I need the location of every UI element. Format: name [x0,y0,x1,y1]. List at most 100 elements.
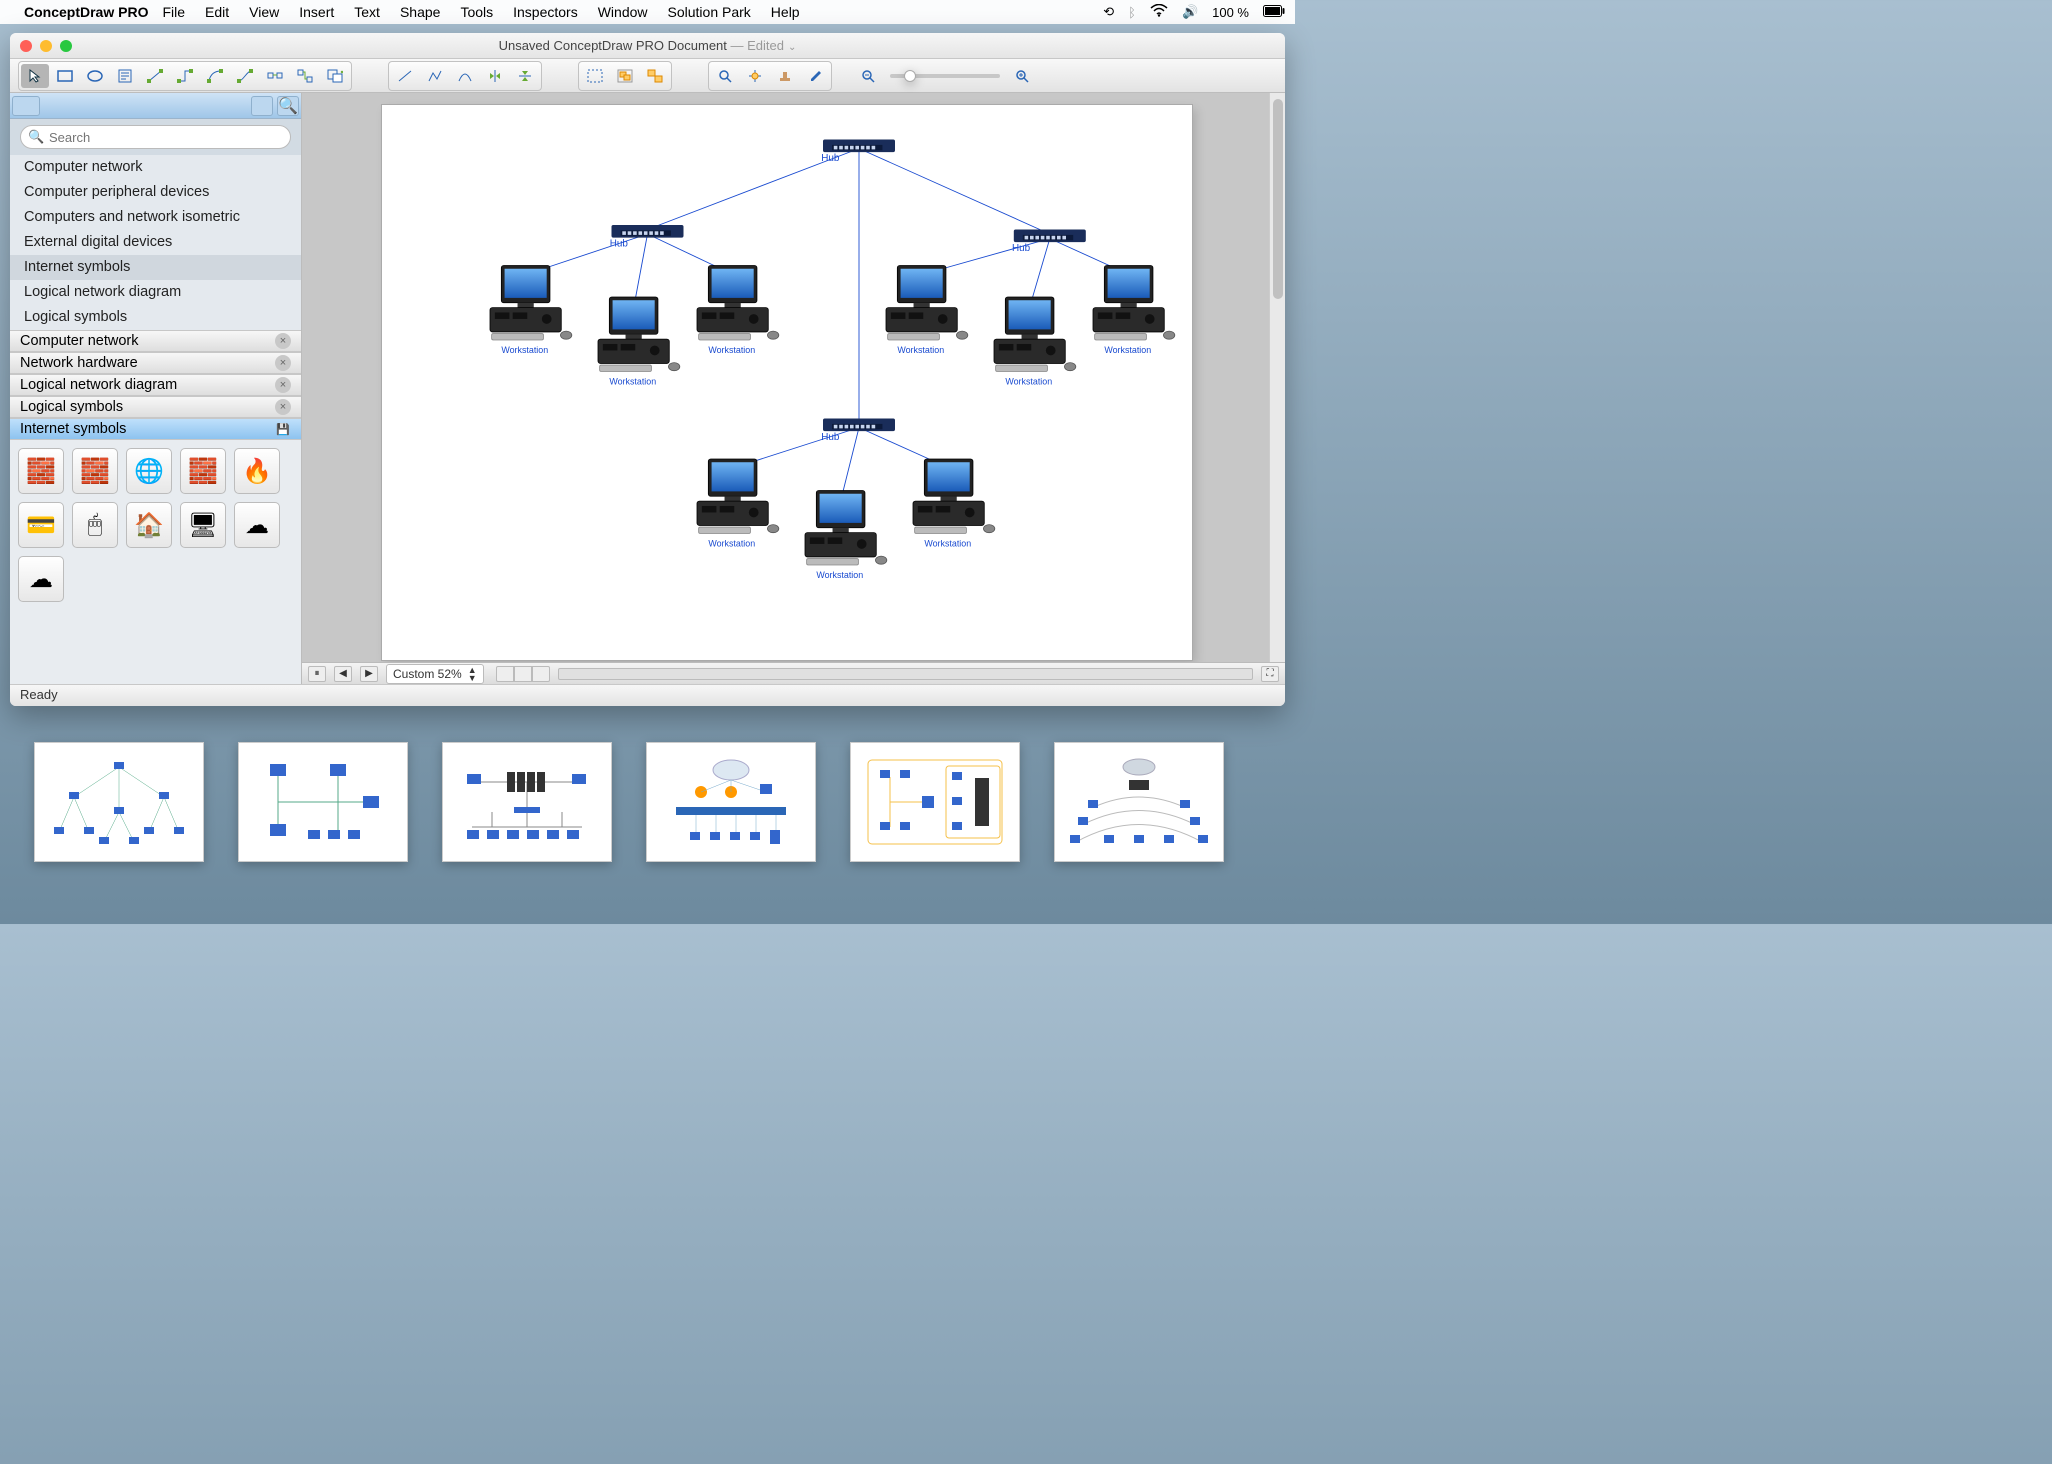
close-library-icon[interactable]: × [275,355,291,371]
pan-tool[interactable] [741,64,769,88]
library-row[interactable]: Computer network [10,155,301,180]
hub-node[interactable]: Hub [821,419,895,444]
clone-tool[interactable] [321,64,349,88]
close-library-icon[interactable]: × [275,399,291,415]
menu-window[interactable]: Window [598,4,648,20]
workstation-node[interactable]: Workstation [805,491,887,580]
library-row[interactable]: Computer peripheral devices [10,180,301,205]
library-search-input[interactable] [20,125,291,149]
workstation-node[interactable]: Workstation [913,459,995,548]
text-tool[interactable] [111,64,139,88]
pause-button[interactable]: ⏸ [308,666,326,682]
battery-icon[interactable] [1263,5,1285,20]
palette-server[interactable]: 🖥 [180,502,226,548]
view-mode-b[interactable] [514,666,532,682]
menu-tools[interactable]: Tools [460,4,493,20]
library-row[interactable]: Logical symbols [10,305,301,330]
open-library-header[interactable]: Logical network diagram× [10,374,301,396]
next-page-button[interactable]: ▶ [360,666,378,682]
thumbnail-1[interactable] [34,742,204,862]
wifi-icon[interactable] [1150,4,1168,20]
line-tool[interactable] [391,64,419,88]
palette-home[interactable]: 🏠 [126,502,172,548]
group-tool[interactable] [611,64,639,88]
zoom-tool[interactable] [711,64,739,88]
zoom-slider-track[interactable] [890,74,1000,78]
menu-file[interactable]: File [162,4,185,20]
library-row[interactable]: External digital devices [10,230,301,255]
close-library-icon[interactable]: × [275,333,291,349]
palette-firewall-c[interactable]: 🧱 [180,448,226,494]
workstation-node[interactable]: Workstation [994,297,1076,386]
close-library-icon[interactable]: × [275,377,291,393]
fit-button[interactable]: ⛶ [1261,666,1279,682]
minimize-button[interactable] [40,40,52,52]
palette-firewall-a[interactable]: 🧱 [18,448,64,494]
app-name[interactable]: ConceptDraw PRO [24,4,148,20]
workstation-node[interactable]: Workstation [886,266,968,355]
workstation-node[interactable]: Workstation [490,266,572,355]
volume-icon[interactable]: 🔊 [1182,4,1198,20]
connector-a-tool[interactable] [141,64,169,88]
palette-cloud-out[interactable]: ☁ [18,556,64,602]
menu-view[interactable]: View [249,4,279,20]
select-all-tool[interactable] [581,64,609,88]
view-mode-c[interactable] [532,666,550,682]
horizontal-scrollbar[interactable] [558,668,1253,680]
workstation-node[interactable]: Workstation [697,266,779,355]
hub-node[interactable]: Hub [821,140,895,165]
flip-v-tool[interactable] [511,64,539,88]
open-library-header[interactable]: Network hardware× [10,352,301,374]
open-library-header[interactable]: Internet symbols💾 [10,418,301,440]
connector-c-tool[interactable] [201,64,229,88]
titlebar[interactable]: Unsaved ConceptDraw PRO Document — Edite… [10,33,1285,59]
eyedropper-tool[interactable] [801,64,829,88]
workstation-node[interactable]: Workstation [1093,266,1175,355]
sidebar-search-icon[interactable]: 🔍 [277,96,299,116]
menu-solution-park[interactable]: Solution Park [668,4,751,20]
thumbnail-4[interactable] [646,742,816,862]
workstation-node[interactable]: Workstation [697,459,779,548]
zoom-out-button[interactable] [854,64,882,88]
palette-fire[interactable]: 🔥 [234,448,280,494]
menu-inspectors[interactable]: Inspectors [513,4,578,20]
palette-card[interactable]: 💳 [18,502,64,548]
palette-cloud[interactable]: ☁ [234,502,280,548]
rect-tool[interactable] [51,64,79,88]
chain-b-tool[interactable] [291,64,319,88]
thumbnail-3[interactable] [442,742,612,862]
library-row[interactable]: Logical network diagram [10,280,301,305]
flip-h-tool[interactable] [481,64,509,88]
palette-firewall-b[interactable]: 🧱 [72,448,118,494]
drawing-page[interactable]: HubHubHubHubWorkstationWorkstationWorkst… [382,105,1192,660]
close-button[interactable] [20,40,32,52]
sidebar-list-icon[interactable] [251,96,273,116]
zoom-dropdown[interactable]: Custom 52%▲▼ [386,664,484,684]
prev-page-button[interactable]: ◀ [334,666,352,682]
zoom-slider-thumb[interactable] [904,70,916,82]
ellipse-tool[interactable] [81,64,109,88]
connector-b-tool[interactable] [171,64,199,88]
curve-tool[interactable] [451,64,479,88]
polyline-tool[interactable] [421,64,449,88]
thumbnail-5[interactable] [850,742,1020,862]
bluetooth-icon[interactable]: ᛒ [1128,5,1136,20]
menu-help[interactable]: Help [771,4,800,20]
library-row[interactable]: Internet symbols [10,255,301,280]
history-icon[interactable]: ⟲ [1103,4,1114,20]
zoom-in-button[interactable] [1008,64,1036,88]
ungroup-tool[interactable] [641,64,669,88]
palette-mouse[interactable]: 🖱 [72,502,118,548]
hub-node[interactable]: Hub [1012,230,1086,255]
zoom-button[interactable] [60,40,72,52]
thumbnail-2[interactable] [238,742,408,862]
open-library-header[interactable]: Computer network× [10,330,301,352]
menu-shape[interactable]: Shape [400,4,440,20]
canvas-area[interactable]: HubHubHubHubWorkstationWorkstationWorkst… [302,93,1285,662]
menu-insert[interactable]: Insert [299,4,334,20]
menu-edit[interactable]: Edit [205,4,229,20]
stamp-tool[interactable] [771,64,799,88]
chain-a-tool[interactable] [261,64,289,88]
sidebar-mode-a[interactable] [12,96,40,116]
palette-globe[interactable]: 🌐 [126,448,172,494]
